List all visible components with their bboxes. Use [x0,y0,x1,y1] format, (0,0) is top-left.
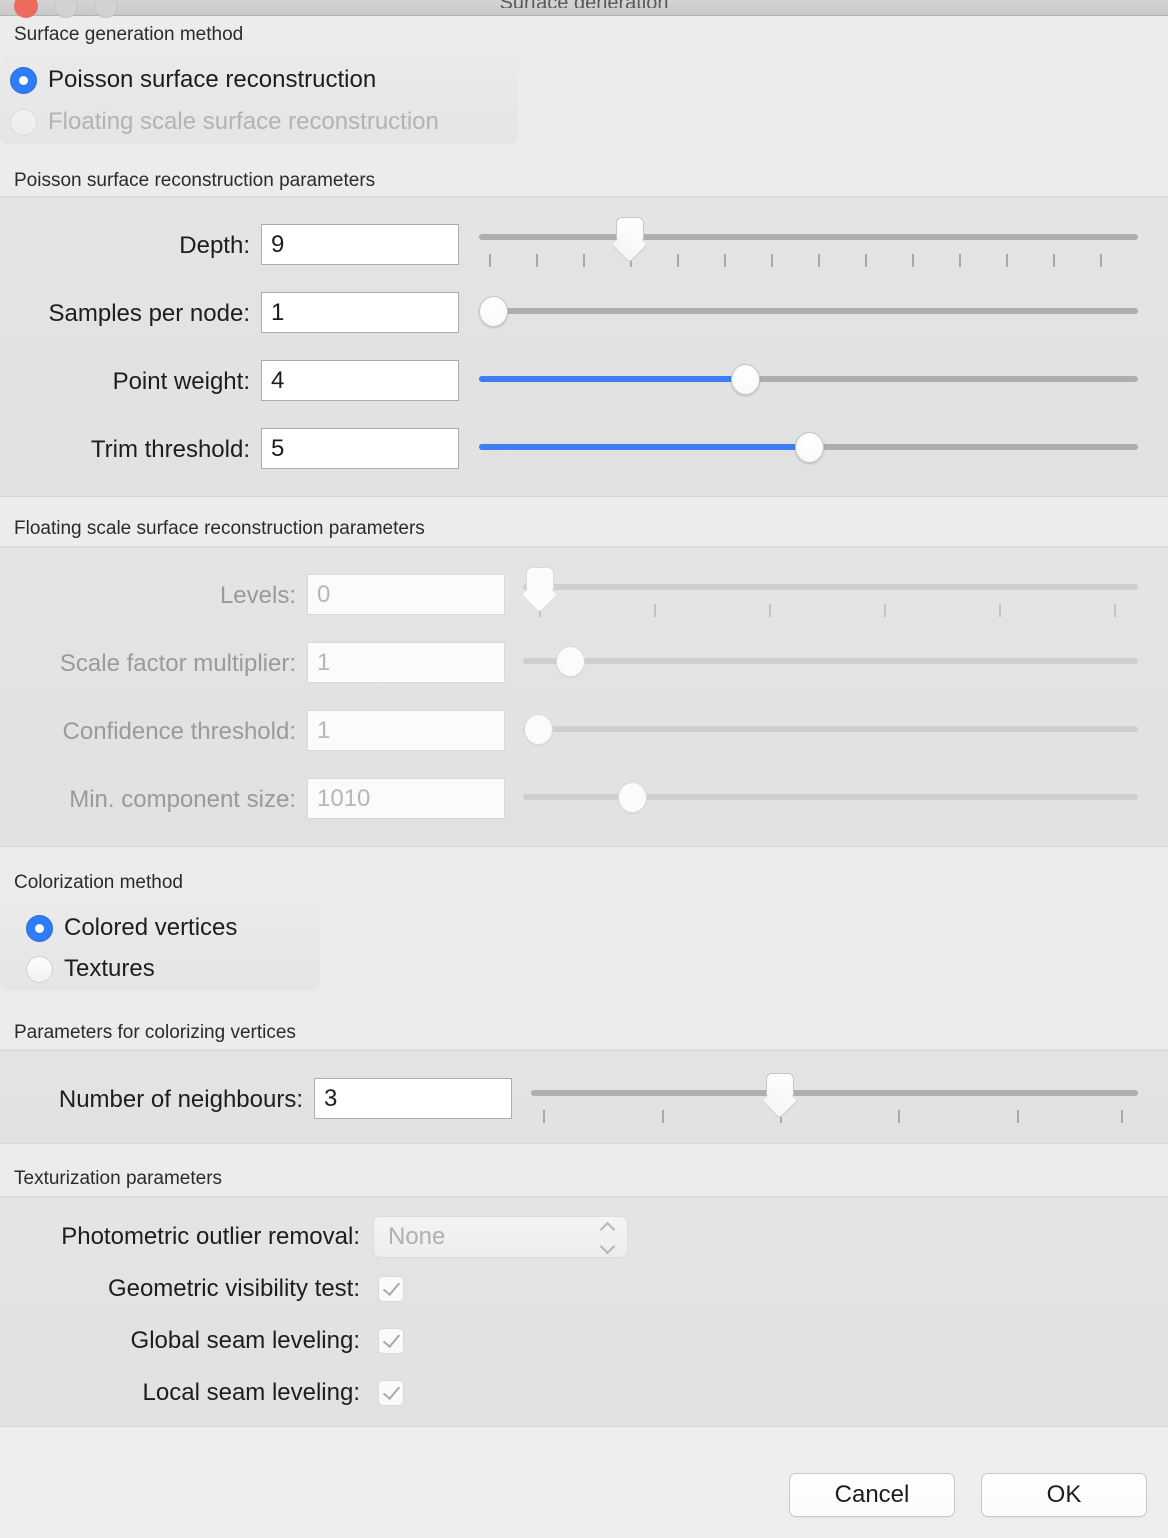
section-header-surface-method: Surface generation method [14,24,244,45]
checkbox-global-seam-leveling [378,1328,404,1354]
slider-tick [489,254,491,267]
slider-track[interactable] [479,308,1138,314]
slider-tick [1006,254,1008,267]
slider-handle[interactable] [611,217,648,264]
slider-tick [662,1110,664,1123]
radio-poisson-surface-reconstruction[interactable]: Poisson surface reconstruction [10,62,376,98]
radio-floating-scale-surface-reconstruction: Floating scale surface reconstruction [10,104,439,140]
slider-fill [479,444,810,450]
slider-tick [865,254,867,267]
slider-tick [769,604,771,617]
slider-handle[interactable] [795,432,824,463]
label-local-seam-leveling: Local seam leveling: [142,1379,360,1406]
section-header-floating-params: Floating scale surface reconstruction pa… [14,518,425,539]
slider-handle [524,714,553,745]
slider-tick [1100,254,1102,267]
colorization-radio-group: Colored vertices Textures [0,905,320,991]
slider-tick [771,254,773,267]
check-icon [382,1381,401,1401]
slider-tick [724,254,726,267]
slider-tick [677,254,679,267]
label-samples-per-node: Samples per node: [48,300,250,327]
input-samples-per-node[interactable]: 1 [261,292,459,333]
radio-textures[interactable]: Textures [26,951,155,987]
radio-button-icon [10,108,37,136]
slider-handle [618,782,647,813]
slider-tick [999,604,1001,617]
radio-label: Textures [64,955,155,982]
slider-track [523,794,1138,800]
label-point-weight: Point weight: [112,368,250,395]
label-trim-threshold: Trim threshold: [90,436,250,463]
label-photometric-outlier-removal: Photometric outlier removal: [61,1223,360,1250]
label-number-of-neighbours: Number of neighbours: [58,1086,303,1113]
radio-label: Floating scale surface reconstruction [48,108,439,135]
input-confidence-threshold: 1 [307,710,505,751]
slider-tick [1053,254,1055,267]
cancel-button[interactable]: Cancel [789,1473,955,1517]
slider-track [523,726,1138,732]
window-titlebar: Surface generation [0,0,1168,18]
slider-handle [556,646,585,677]
select-value: None [388,1223,446,1250]
slider-tick [818,254,820,267]
slider-tick [1017,1110,1019,1123]
slider-tick [1114,604,1116,617]
slider-tick [654,604,656,617]
slider-track [523,658,1138,664]
slider-tick [959,254,961,267]
check-icon [382,1329,401,1349]
check-icon [382,1277,401,1297]
radio-button-icon[interactable] [26,955,53,983]
input-trim-threshold[interactable]: 5 [261,428,459,469]
section-header-colorization: Colorization method [14,872,183,893]
section-header-poisson-params: Poisson surface reconstruction parameter… [14,170,376,191]
stepper-chevrons-icon [599,1221,616,1255]
input-scale-factor-multiplier: 1 [307,642,505,683]
label-min-component-size: Min. component size: [69,786,296,813]
radio-colored-vertices[interactable]: Colored vertices [26,910,237,946]
input-point-weight[interactable]: 4 [261,360,459,401]
input-depth[interactable]: 9 [261,224,459,265]
slider-tick [898,1110,900,1123]
checkbox-local-seam-leveling [378,1380,404,1406]
label-scale-factor-multiplier: Scale factor multiplier: [59,650,296,677]
slider-handle[interactable] [479,296,508,327]
slider-tick [912,254,914,267]
slider-tick [536,254,538,267]
surface-method-radio-group: Poisson surface reconstruction Floating … [0,56,518,144]
slider-track [523,584,1138,590]
slider-tick [884,604,886,617]
slider-tick [1121,1110,1123,1123]
radio-button-icon[interactable] [26,914,53,942]
slider-handle[interactable] [731,364,760,395]
select-photometric-outlier-removal: None [373,1216,628,1258]
label-levels: Levels: [219,582,296,609]
input-number-of-neighbours[interactable]: 3 [314,1078,512,1119]
input-min-component-size: 1010 [307,778,505,819]
radio-label: Poisson surface reconstruction [48,66,377,93]
section-header-colorizing-vertices: Parameters for colorizing vertices [14,1022,296,1043]
ok-button[interactable]: OK [981,1473,1147,1517]
slider-track[interactable] [531,1090,1138,1096]
radio-button-icon[interactable] [10,66,37,94]
checkbox-geometric-visibility-test [378,1276,404,1302]
slider-fill [479,376,745,382]
input-levels: 0 [307,574,505,615]
window-title: Surface generation [0,0,1168,8]
radio-label: Colored vertices [64,914,238,941]
label-depth: Depth: [179,232,250,259]
slider-track[interactable] [479,234,1138,240]
label-global-seam-leveling: Global seam leveling: [130,1327,360,1354]
slider-handle[interactable] [761,1073,798,1120]
slider-tick [583,254,585,267]
label-confidence-threshold: Confidence threshold: [62,718,296,745]
slider-handle [521,567,558,614]
slider-tick [543,1110,545,1123]
section-header-texturization: Texturization parameters [14,1168,223,1189]
label-geometric-visibility-test: Geometric visibility test: [107,1275,360,1302]
